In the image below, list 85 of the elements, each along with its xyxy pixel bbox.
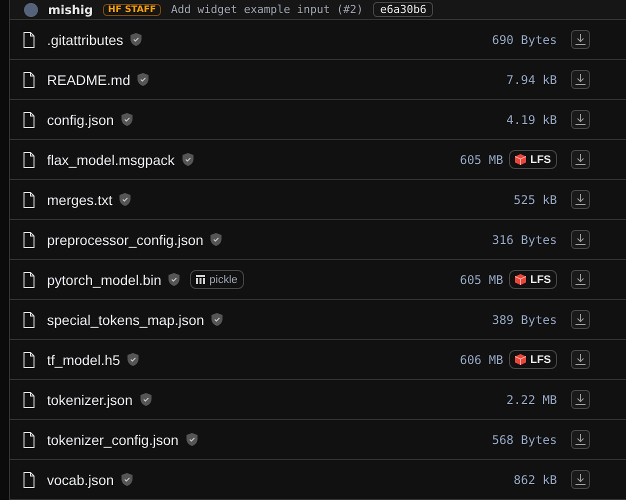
download-icon — [575, 434, 586, 445]
jar-icon — [196, 275, 206, 284]
download-button[interactable] — [571, 110, 590, 129]
download-button[interactable] — [571, 30, 590, 49]
shield-icon — [130, 33, 142, 46]
commit-message[interactable]: Add widget example input (#2) — [171, 3, 364, 16]
file-icon — [23, 432, 35, 448]
file-name[interactable]: flax_model.msgpack — [47, 152, 175, 168]
download-button[interactable] — [571, 150, 590, 169]
file-size: 605 MB — [460, 272, 504, 286]
download-button[interactable] — [571, 430, 590, 449]
download-icon — [575, 394, 586, 405]
file-name[interactable]: tokenizer.json — [47, 392, 133, 408]
file-name[interactable]: vocab.json — [47, 472, 114, 488]
file-size: 4.19 kB — [506, 112, 557, 126]
file-name[interactable]: tokenizer_config.json — [47, 432, 179, 448]
shield-icon — [168, 273, 180, 286]
file-name[interactable]: preprocessor_config.json — [47, 232, 204, 248]
file-size: 7.94 kB — [506, 72, 557, 86]
shield-icon — [120, 113, 133, 126]
download-button[interactable] — [571, 270, 590, 289]
file-name[interactable]: merges.txt — [47, 192, 112, 208]
download-icon — [575, 154, 586, 165]
download-button[interactable] — [571, 230, 590, 249]
lfs-badge: LFS — [509, 270, 557, 289]
staff-badge: HF STAFF — [103, 4, 162, 16]
download-button[interactable] — [571, 70, 590, 89]
file-size: 568 Bytes — [492, 432, 557, 446]
file-size: 690 Bytes — [492, 32, 557, 46]
file-size: 606 MB — [460, 352, 504, 366]
download-icon — [575, 194, 586, 205]
shield-icon — [211, 313, 224, 326]
file-icon — [23, 232, 35, 248]
download-button[interactable] — [571, 350, 590, 369]
download-button[interactable] — [571, 470, 590, 489]
cube-icon — [515, 274, 526, 285]
file-size: 862 kB — [514, 472, 557, 486]
file-icon — [23, 352, 35, 368]
file-size: 605 MB — [460, 152, 504, 166]
file-icon — [23, 32, 35, 48]
author-name[interactable]: mishig — [48, 2, 94, 16]
file-name[interactable]: special_tokens_map.json — [47, 312, 204, 328]
file-name[interactable]: .gitattributes — [47, 32, 124, 48]
download-icon — [575, 114, 586, 125]
shield-icon — [127, 353, 140, 366]
file-icon — [23, 112, 35, 128]
shield-icon — [119, 193, 132, 206]
commit-hash[interactable]: e6a30b6 — [373, 2, 434, 17]
shield-icon — [186, 433, 198, 446]
download-icon — [575, 74, 586, 85]
file-name[interactable]: README.md — [47, 72, 130, 88]
pickle-tag: pickle — [190, 270, 244, 289]
file-icon — [23, 472, 35, 488]
download-button[interactable] — [571, 190, 590, 209]
download-icon — [575, 34, 586, 45]
file-size: 389 Bytes — [492, 312, 557, 326]
file-icon — [23, 392, 35, 408]
lfs-badge: LFS — [509, 350, 557, 369]
download-button[interactable] — [571, 390, 590, 409]
shield-icon — [182, 153, 194, 166]
cube-icon — [515, 154, 526, 165]
download-icon — [575, 314, 586, 325]
file-icon — [23, 272, 35, 288]
lfs-badge: LFS — [509, 150, 557, 169]
shield-icon — [140, 393, 152, 406]
cube-icon — [515, 354, 526, 365]
download-icon — [575, 354, 586, 365]
download-button[interactable] — [571, 310, 590, 329]
file-icon — [23, 72, 35, 88]
file-name[interactable]: pytorch_model.bin — [47, 272, 162, 288]
file-size: 316 Bytes — [492, 232, 557, 246]
file-icon — [23, 312, 35, 328]
file-size: 2.22 MB — [506, 392, 557, 406]
download-icon — [575, 234, 586, 245]
shield-icon — [137, 73, 150, 86]
file-size: 525 kB — [514, 192, 557, 206]
file-name[interactable]: tf_model.h5 — [47, 352, 120, 368]
file-name[interactable]: config.json — [47, 112, 114, 128]
download-icon — [575, 274, 586, 285]
shield-icon — [120, 473, 133, 486]
download-icon — [575, 474, 586, 485]
shield-icon — [210, 233, 222, 246]
avatar — [24, 2, 38, 16]
file-icon — [23, 192, 35, 208]
file-icon — [23, 152, 35, 168]
